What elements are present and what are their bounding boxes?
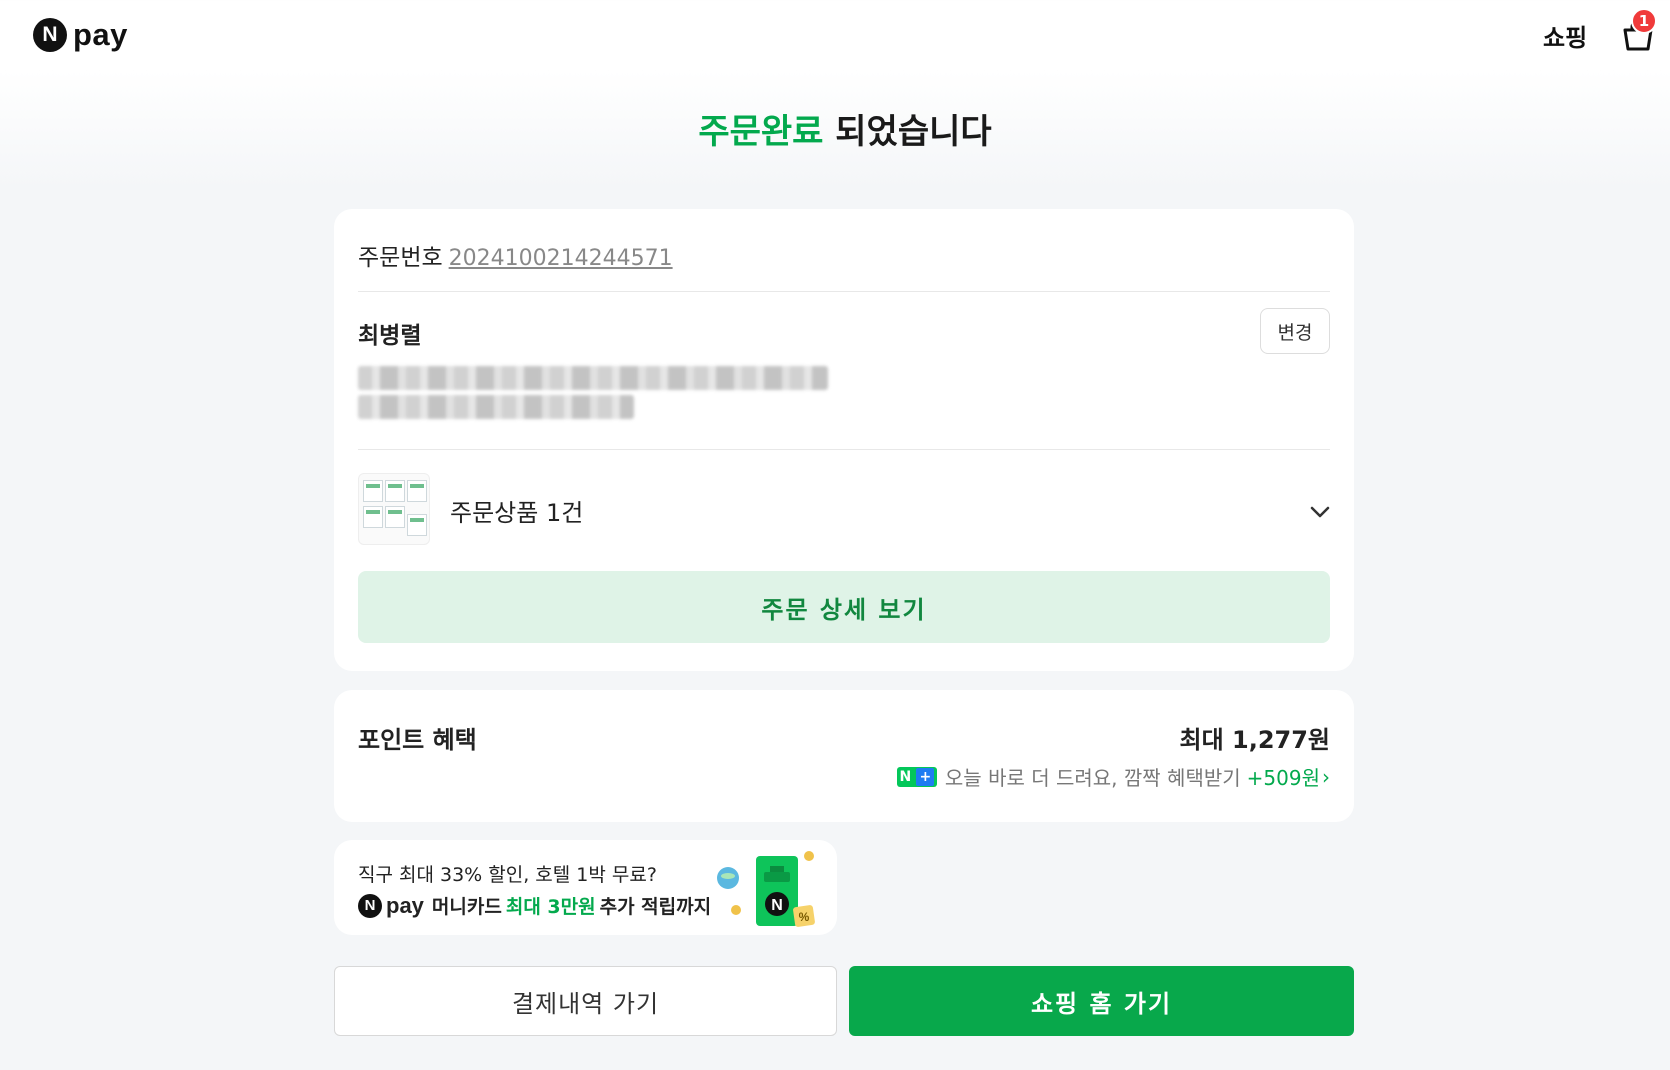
order-card: 주문번호 2024100214244571 최병렬 변경 주문상품 1건 주문 상… [334,209,1354,671]
order-number-link[interactable]: 2024100214244571 [449,246,673,271]
divider [358,449,1330,450]
header: N pay 쇼핑 1 [0,0,1670,70]
ad-logo-text: pay [386,892,424,918]
npay-logo[interactable]: N pay [33,17,128,53]
nplus-icon: N + [896,766,937,787]
chevron-right-icon: › [1322,764,1330,789]
ad-line2-post: 추가 적립까지 [599,896,712,918]
payment-history-button[interactable]: 결제내역 가기 [334,966,837,1036]
order-product-summary: 주문상품 1건 [450,499,584,527]
divider [358,291,1330,292]
title-rest: 되었습니다 [823,112,992,152]
logo-n-icon: N [33,18,67,52]
npay-n-icon: N [358,893,382,918]
point-benefit-card: 포인트 혜택 최대 1,277원 N + 오늘 바로 더 드려요, 깜짝 혜택받기… [334,690,1354,822]
title-accent: 주문완료 [698,112,824,152]
surprise-benefit-text: 오늘 바로 더 드려요, 깜짝 혜택받기 [944,766,1241,790]
cart-count-badge: 1 [1631,8,1657,34]
order-number-row: 주문번호 2024100214244571 [358,238,673,272]
blurred-phone [358,395,634,419]
chevron-down-icon[interactable] [1308,500,1332,524]
point-max-amount: 최대 1,277원 [1179,726,1330,754]
order-detail-button[interactable]: 주문 상세 보기 [358,571,1330,643]
logo-text: pay [73,17,128,52]
ad-line2-pre: 머니카드 [431,896,502,918]
point-benefit-title: 포인트 혜택 [358,726,477,754]
extra-point-amount: +509원 [1246,766,1320,790]
shopping-home-button[interactable]: 쇼핑 홈 가기 [849,966,1354,1036]
svg-text:N: N [771,897,783,914]
money-card-illustration: N % [717,851,815,927]
shopping-link[interactable]: 쇼핑 [1543,18,1587,53]
product-thumbnail [358,473,430,545]
recipient-name: 최병렬 [358,323,422,349]
ad-line2: N pay 머니카드 최대 3만원 추가 적립까지 [358,892,711,919]
change-address-button[interactable]: 변경 [1260,308,1330,354]
ad-line2-accent: 최대 3만원 [505,896,596,918]
blurred-address [358,366,828,390]
money-card-ad-banner[interactable]: 직구 최대 33% 할인, 호텔 1박 무료? N pay 머니카드 최대 3만… [334,840,837,935]
ad-line1: 직구 최대 33% 할인, 호텔 1박 무료? [358,864,657,886]
page-title: 주문완료 되었습니다 [0,104,1670,153]
surprise-benefit-link[interactable]: N + 오늘 바로 더 드려요, 깜짝 혜택받기 +509원 › [896,762,1330,791]
svg-text:%: % [799,910,810,924]
order-number-label: 주문번호 [358,245,443,271]
